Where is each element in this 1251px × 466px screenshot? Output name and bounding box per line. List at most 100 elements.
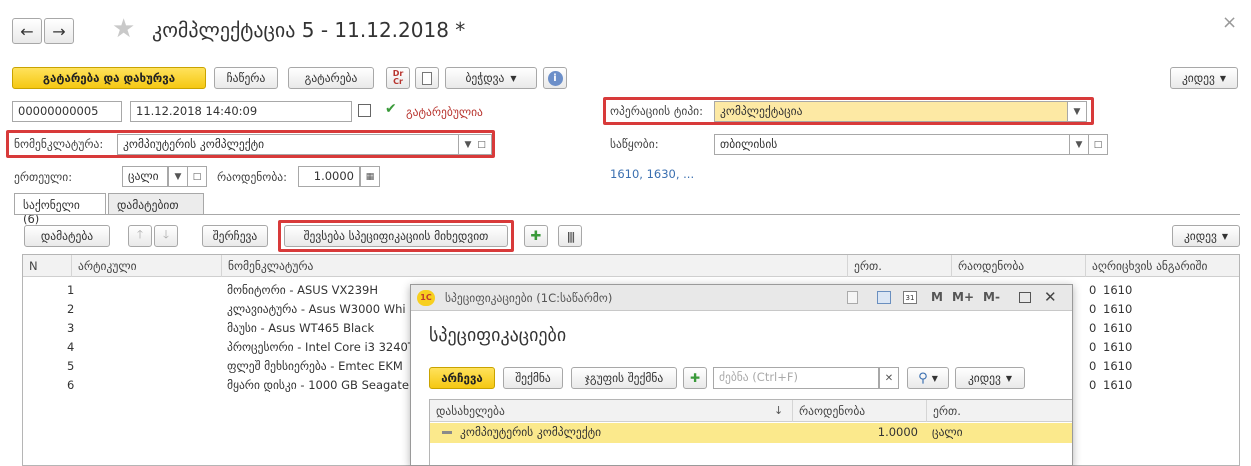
accounts-link[interactable]: 1610, 1630, ... [610, 167, 694, 181]
info-button[interactable]: i [543, 67, 567, 89]
table-more-button[interactable]: კიდევ ▼ [1172, 225, 1240, 247]
calculator-button[interactable]: ▦ [360, 166, 380, 187]
info-icon: i [547, 70, 563, 86]
number-field[interactable]: 00000000005 [12, 101, 122, 122]
column-n[interactable]: N [23, 255, 71, 277]
copy-button[interactable]: ✚ [683, 367, 707, 389]
document-icon [422, 71, 432, 85]
column-unit[interactable]: ერთ. [847, 255, 951, 277]
search-button[interactable]: ⚲ ▼ [907, 367, 949, 389]
open-icon: □ [1093, 139, 1103, 150]
column-quantity[interactable]: რაოდენობა [792, 400, 926, 422]
row-account: 1610 [1103, 302, 1133, 316]
nomenclature-open-button[interactable]: □ [472, 134, 492, 155]
memory-minus-button[interactable]: M- [983, 290, 1000, 304]
clear-search-button[interactable]: ✕ [879, 367, 899, 389]
row-quantity-tail: 0 [1089, 302, 1097, 316]
quantity-field[interactable]: 1.0000 [298, 166, 360, 187]
post-and-close-button[interactable]: გატარება და დახურვა [12, 67, 206, 89]
row-account: 1610 [1103, 359, 1133, 373]
memory-plus-button[interactable]: M+ [952, 290, 974, 304]
memory-button[interactable]: M [931, 290, 943, 304]
warehouse-field[interactable]: თბილისის [714, 134, 1070, 155]
table-header: N არტიკული ნომენკლატურა ერთ. რაოდენობა ა… [23, 255, 1239, 277]
more-button[interactable]: კიდევ ▼ [1170, 67, 1238, 89]
posted-status-label: გატარებულია [406, 105, 483, 119]
row-number: 2 [67, 302, 75, 316]
popup-titlebar: 1С სპეციფიკაციები (1С:საწარმო) 31 M M+ M… [411, 285, 1072, 311]
create-button[interactable]: შექმნა [503, 367, 563, 389]
chevron-down-icon: ▼ [1073, 106, 1081, 117]
row-number: 6 [67, 378, 75, 392]
page-title: კომპლექტაცია 5 - 11.12.2018 * [152, 18, 466, 42]
row-nomenclature: მაუსი - Asus WT465 Black [227, 321, 375, 335]
row-account: 1610 [1103, 321, 1133, 335]
unit-field[interactable]: ცალი [122, 166, 168, 187]
print-dropdown-button[interactable]: ბეჭდვა ▼ [445, 67, 537, 89]
fill-by-specification-button[interactable]: შევსება სპეციფიკაციის მიხედვით [284, 225, 508, 247]
item-name: კომპიუტერის კომპლექტი [460, 425, 602, 439]
warehouse-dropdown[interactable]: ▼ [1069, 134, 1089, 155]
drcr-button[interactable]: Dr Cr [386, 67, 410, 89]
column-quantity[interactable]: რაოდენობა [951, 255, 1085, 277]
popup-more-button[interactable]: კიდევ ▼ [955, 367, 1025, 389]
table-settings-button[interactable]: ✚ [524, 225, 548, 247]
save-button[interactable]: ჩაწერა [214, 67, 278, 89]
operation-type-field[interactable]: კომპლექტაცია [714, 101, 1069, 122]
column-unit[interactable]: ერთ. [926, 400, 1072, 422]
chevron-down-icon: ▼ [931, 373, 938, 383]
column-name[interactable]: დასახელება [430, 400, 790, 422]
back-button[interactable]: ← [12, 18, 42, 44]
report-button[interactable] [415, 67, 439, 89]
close-icon[interactable]: ✕ [1044, 288, 1057, 306]
row-account: 1610 [1103, 283, 1133, 297]
column-account[interactable]: აღრიცხვის ანგარიში [1085, 255, 1239, 277]
close-icon: ✕ [884, 372, 894, 384]
warehouse-open-button[interactable]: □ [1088, 134, 1108, 155]
search-input[interactable]: ძებნა (Ctrl+F) [713, 367, 879, 389]
popup-table-header: დასახელება ↓ რაოდენობა ერთ. [430, 400, 1072, 422]
maximize-icon[interactable] [1019, 292, 1031, 303]
row-number: 4 [67, 340, 75, 354]
forward-button[interactable]: → [44, 18, 74, 44]
operation-type-dropdown[interactable]: ▼ [1067, 101, 1087, 122]
arrow-down-icon: 🡓 [163, 226, 169, 241]
calculator-icon: ▦ [365, 171, 375, 182]
tab-goods[interactable]: საქონელი (6) [14, 193, 106, 226]
row-quantity-tail: 0 [1089, 283, 1097, 297]
unit-dropdown[interactable]: ▼ [168, 166, 188, 187]
column-nomenclature[interactable]: ნომენკლატურა [221, 255, 847, 277]
date-field[interactable]: 11.12.2018 14:40:09 [130, 101, 352, 122]
arrow-up-icon: 🡑 [137, 226, 143, 241]
row-number: 1 [67, 283, 75, 297]
popup-heading: სპეციფიკაციები [429, 325, 567, 346]
post-button[interactable]: გატარება [288, 67, 374, 89]
select-button[interactable]: შერჩევა [202, 225, 268, 247]
row-number: 5 [67, 359, 75, 373]
column-article[interactable]: არტიკული [71, 255, 221, 277]
calendar-icon[interactable]: 31 [903, 291, 917, 304]
move-up-button[interactable]: 🡑 [128, 225, 152, 247]
barcode-button[interactable]: |||| [558, 225, 582, 247]
choose-button[interactable]: არჩევა [429, 367, 495, 389]
tab-additional[interactable]: დამატებით [108, 193, 204, 215]
copy-icon: ✚ [689, 371, 701, 385]
add-button[interactable]: დამატება [24, 225, 110, 247]
unit-open-button[interactable]: □ [187, 166, 207, 187]
move-down-button[interactable]: 🡓 [154, 225, 178, 247]
calendar-icon[interactable] [358, 104, 371, 117]
document-icon[interactable] [847, 291, 858, 304]
chevron-down-icon: ▼ [464, 139, 472, 150]
close-icon[interactable]: × [1222, 12, 1237, 33]
row-number: 3 [67, 321, 75, 335]
create-group-button[interactable]: ჯგუფის შექმნა [571, 367, 677, 389]
row-nomenclature: პროცესორი - Intel Core i3 3240T [227, 340, 415, 354]
table-icon[interactable] [877, 291, 891, 304]
nomenclature-field[interactable]: კომპიუტერის კომპლექტი [117, 134, 459, 155]
row-quantity-tail: 0 [1089, 378, 1097, 392]
favorite-star-icon[interactable]: ★ [112, 14, 135, 44]
chevron-down-icon: ▼ [1219, 73, 1227, 83]
1c-logo-icon: 1С [417, 290, 435, 306]
list-item[interactable]: კომპიუტერის კომპლექტი 1.0000 ცალი [430, 423, 1072, 443]
row-account: 1610 [1103, 378, 1133, 392]
